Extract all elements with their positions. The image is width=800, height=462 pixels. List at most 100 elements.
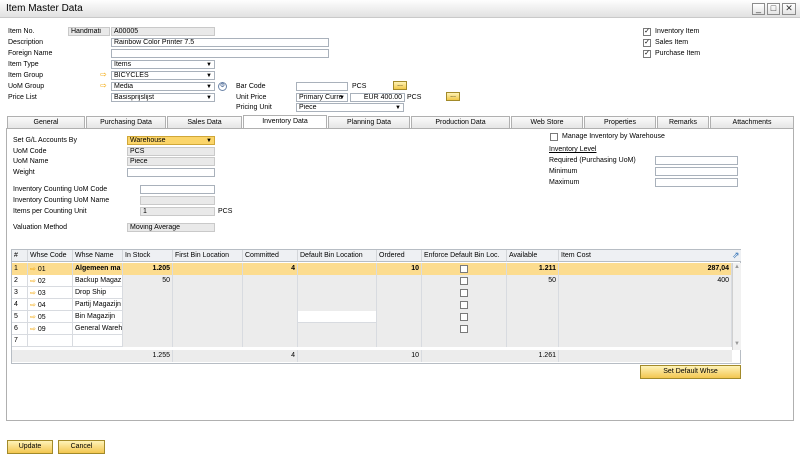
col-header-whse-code[interactable]: Whse Code (28, 250, 73, 262)
cell-whse-code[interactable]: ⇨ 05 (28, 311, 73, 323)
tab-inventory-data[interactable]: Inventory Data (243, 115, 327, 129)
cell-default-bin[interactable] (298, 323, 377, 335)
scroll-up-icon[interactable]: ▲ (734, 264, 740, 270)
tab-properties[interactable]: Properties (584, 116, 656, 128)
enforce-bin-checkbox[interactable] (460, 325, 468, 333)
link-arrow-icon[interactable]: ⇨ (30, 302, 38, 309)
maximize-icon[interactable]: □ (767, 3, 780, 15)
link-arrow-icon[interactable]: ⇨ (30, 290, 38, 297)
set-default-whse-button[interactable]: Set Default Whse (640, 365, 741, 379)
foreign-name-field[interactable] (111, 49, 329, 58)
cell-first-bin[interactable] (173, 299, 243, 311)
inventory-item-checkbox[interactable]: ✓ (643, 28, 651, 36)
cell-default-bin[interactable] (298, 335, 377, 347)
cell-first-bin[interactable] (173, 263, 243, 275)
col-header-in-stock[interactable]: In Stock (123, 250, 173, 262)
bar-code-field[interactable] (296, 82, 348, 91)
item-type-select[interactable]: Items ▼ (111, 60, 215, 69)
scroll-down-icon[interactable]: ▼ (734, 341, 740, 347)
bar-code-browse-button[interactable]: ... (393, 81, 407, 90)
currency-select[interactable]: Primary Curre ▼ (296, 93, 348, 102)
cell-available[interactable] (507, 311, 559, 323)
col-header-available[interactable]: Available (507, 250, 559, 262)
cell-whse-name[interactable] (73, 335, 123, 347)
cell-committed[interactable] (243, 287, 298, 299)
update-button[interactable]: Update (7, 440, 53, 454)
col-header-item-cost[interactable]: Item Cost (559, 250, 741, 262)
cancel-button[interactable]: Cancel (58, 440, 105, 454)
cell-committed[interactable] (243, 299, 298, 311)
link-arrow-icon[interactable]: ⇨ (100, 71, 109, 79)
uom-code-field[interactable]: PCS (127, 147, 215, 156)
maximum-field[interactable] (655, 178, 738, 187)
tab-sales-data[interactable]: Sales Data (167, 116, 242, 128)
enforce-bin-checkbox[interactable] (460, 313, 468, 321)
cell-in-stock[interactable] (123, 287, 173, 299)
enforce-bin-checkbox[interactable] (460, 265, 468, 273)
cell-enforce-bin[interactable] (422, 287, 507, 299)
tab-planning-data[interactable]: Planning Data (328, 116, 410, 128)
cell-first-bin[interactable] (173, 311, 243, 323)
link-arrow-icon[interactable]: ⇨ (100, 82, 109, 90)
cell-ordered[interactable] (377, 287, 422, 299)
count-uom-name-field[interactable] (140, 196, 215, 205)
cell-item-cost[interactable]: 400 (559, 275, 732, 287)
cell-available[interactable]: 50 (507, 275, 559, 287)
cell-whse-code[interactable]: ⇨ 02 (28, 275, 73, 287)
cell-committed[interactable]: 4 (243, 263, 298, 275)
uom-name-field[interactable]: Piece (127, 157, 215, 166)
cell-item-cost[interactable] (559, 311, 732, 323)
table-row[interactable]: 4 ⇨ 04 Partij Magazijn (12, 299, 732, 311)
cell-whse-code[interactable] (28, 335, 73, 347)
enforce-bin-checkbox[interactable] (460, 289, 468, 297)
cell-available[interactable] (507, 335, 559, 347)
cell-default-bin[interactable] (298, 287, 377, 299)
col-header-ordered[interactable]: Ordered (377, 250, 422, 262)
description-field[interactable]: Rainbow Color Printer 7.5 (111, 38, 329, 47)
unit-price-field[interactable]: EUR 400.00 (350, 93, 405, 102)
cell-available[interactable] (507, 299, 559, 311)
cell-enforce-bin[interactable] (422, 323, 507, 335)
tab-web-store[interactable]: Web Store (511, 116, 583, 128)
cell-ordered[interactable]: 10 (377, 263, 422, 275)
gear-icon[interactable]: ⚙ (218, 82, 227, 91)
tab-attachments[interactable]: Attachments (710, 116, 794, 128)
cell-whse-code[interactable]: ⇨ 01 (28, 263, 73, 275)
cell-available[interactable] (507, 287, 559, 299)
col-header-committed[interactable]: Committed (243, 250, 298, 262)
manage-by-whse-checkbox[interactable] (550, 133, 558, 141)
cell-ordered[interactable] (377, 299, 422, 311)
cell-committed[interactable] (243, 335, 298, 347)
items-per-count-field[interactable]: 1 (140, 207, 215, 216)
count-uom-code-field[interactable] (140, 185, 215, 194)
cell-first-bin[interactable] (173, 323, 243, 335)
table-row[interactable]: 3 ⇨ 03 Drop Ship (12, 287, 732, 299)
unit-price-browse-button[interactable]: ... (446, 92, 460, 101)
cell-whse-name[interactable]: General Wareh (73, 323, 123, 335)
enforce-bin-checkbox[interactable] (460, 277, 468, 285)
pricing-unit-select[interactable]: Piece ▼ (296, 103, 404, 112)
item-no-series[interactable]: Handmati (68, 27, 110, 36)
cell-whse-name[interactable]: Drop Ship (73, 287, 123, 299)
cell-ordered[interactable] (377, 275, 422, 287)
valuation-field[interactable]: Moving Average (127, 223, 215, 232)
link-arrow-icon[interactable]: ⇨ (30, 326, 38, 333)
cell-in-stock[interactable]: 50 (123, 275, 173, 287)
cell-first-bin[interactable] (173, 287, 243, 299)
grid-scrollbar[interactable]: ▲ ▼ (732, 263, 741, 350)
table-row[interactable]: 7 (12, 335, 732, 347)
cell-default-bin[interactable] (298, 275, 377, 287)
col-header-num[interactable]: # (12, 250, 28, 262)
cell-item-cost[interactable] (559, 299, 732, 311)
cell-in-stock[interactable] (123, 299, 173, 311)
cell-ordered[interactable] (377, 311, 422, 323)
minimum-field[interactable] (655, 167, 738, 176)
item-group-select[interactable]: BICYCLES ▼ (111, 71, 215, 80)
cell-item-cost[interactable] (559, 323, 732, 335)
cell-in-stock[interactable] (123, 311, 173, 323)
required-field[interactable] (655, 156, 738, 165)
cell-in-stock[interactable] (123, 335, 173, 347)
cell-default-bin[interactable] (298, 263, 377, 275)
col-header-whse-name[interactable]: Whse Name (73, 250, 123, 262)
cell-whse-name[interactable]: Partij Magazijn (73, 299, 123, 311)
